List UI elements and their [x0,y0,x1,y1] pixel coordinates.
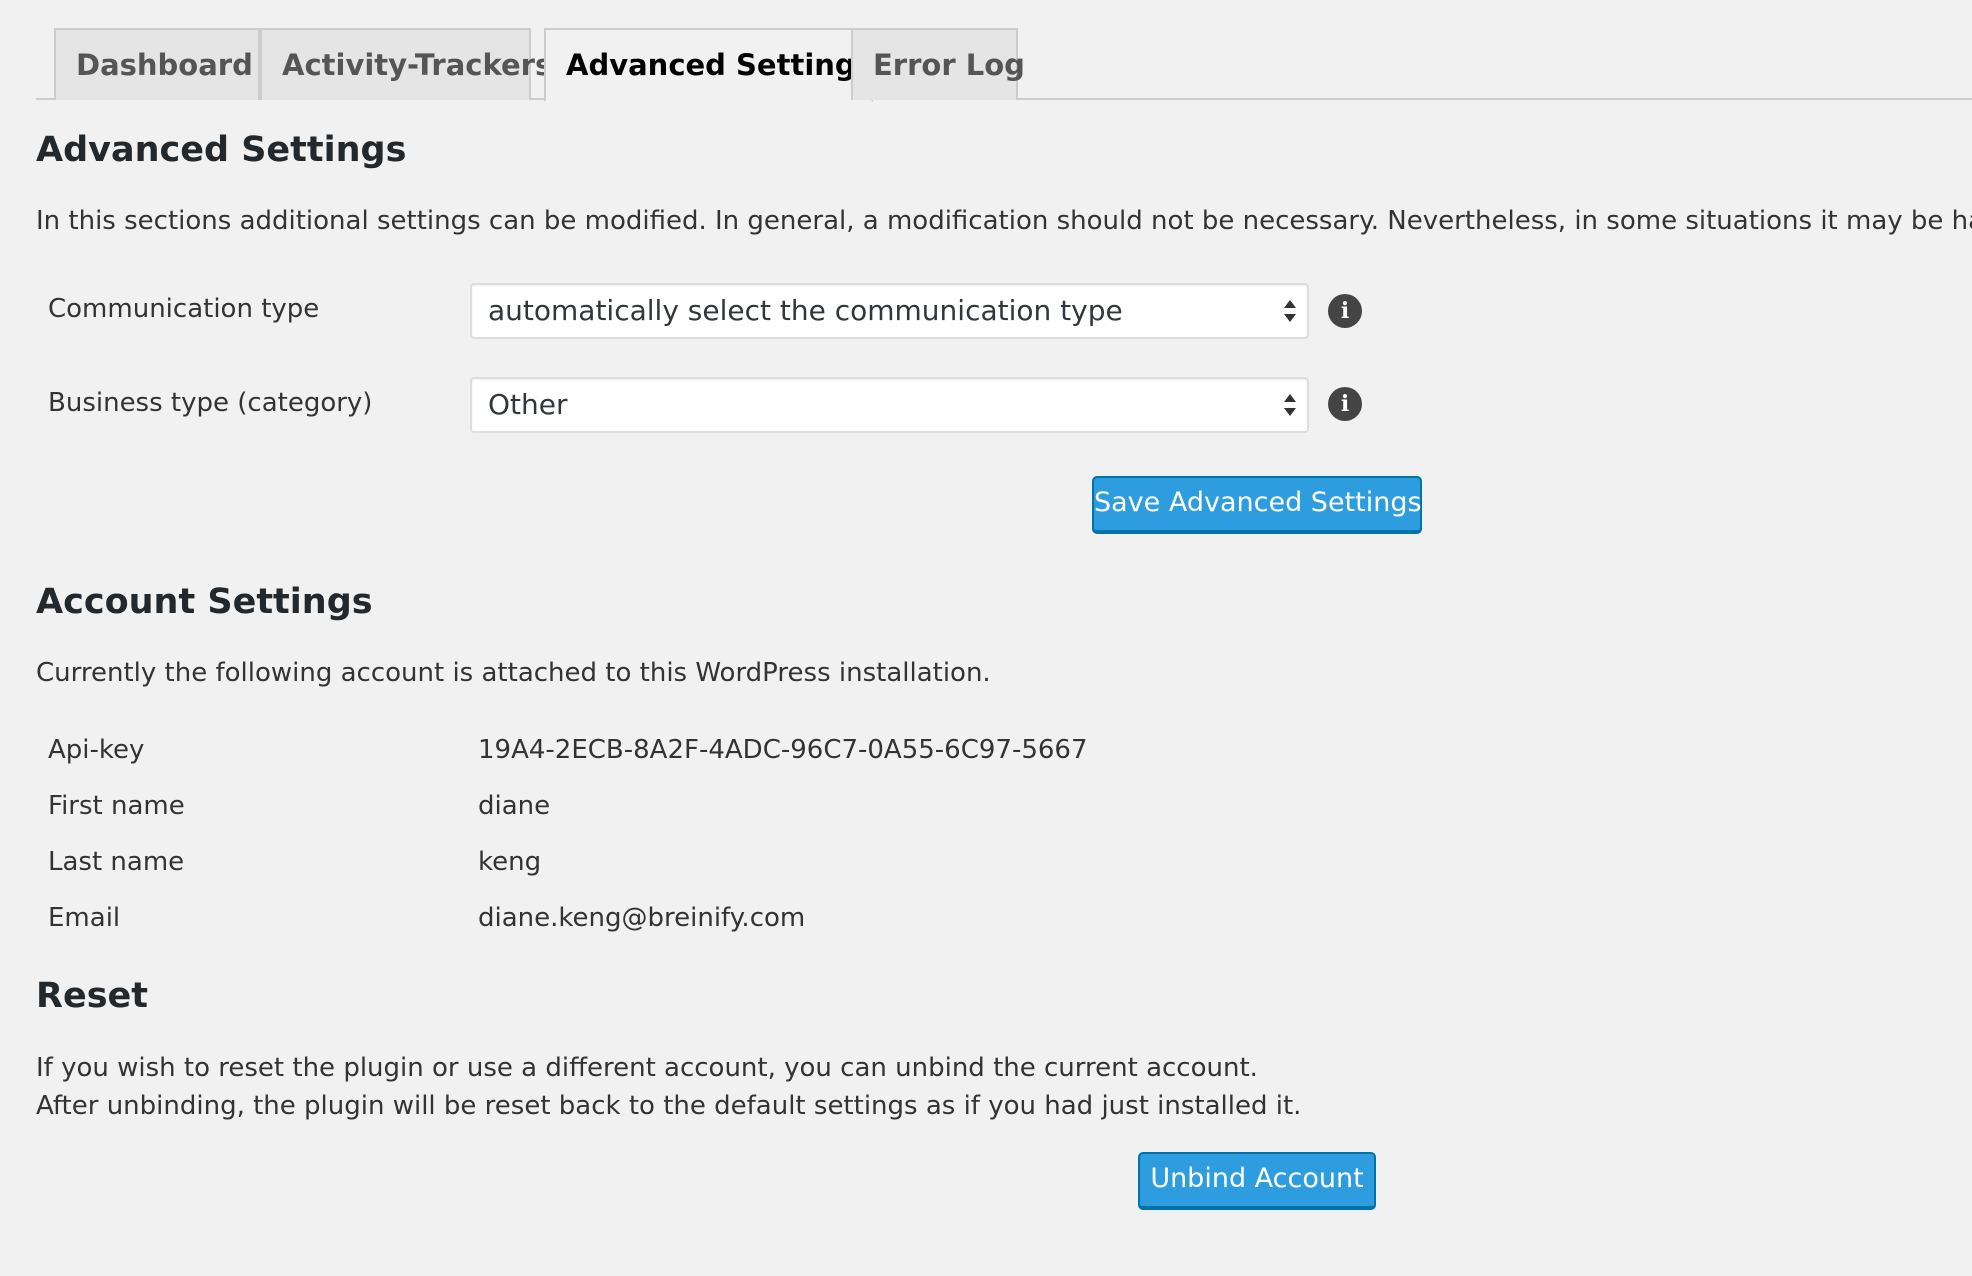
account-settings-description: Currently the following account is attac… [36,658,991,688]
email-value: diane.keng@breinify.com [478,903,806,933]
business-type-label: Business type (category) [48,388,373,418]
last-name-value: keng [478,847,542,877]
tab-activity-trackers[interactable]: Activity-Trackers [260,28,552,100]
account-settings-title: Account Settings [36,582,373,622]
communication-type-select[interactable]: automatically select the communication t… [470,283,1309,339]
advanced-settings-title: Advanced Settings [36,130,407,170]
business-type-info-icon[interactable]: i [1328,387,1362,421]
email-label: Email [48,903,121,933]
business-type-select[interactable]: Other [470,377,1309,433]
select-arrows-icon [1284,300,1296,322]
reset-description-line2: After unbinding, the plugin will be rese… [36,1091,1302,1121]
reset-title: Reset [36,976,148,1016]
save-advanced-settings-button[interactable]: Save Advanced Settings [1092,476,1422,534]
first-name-label: First name [48,791,185,821]
communication-type-info-icon[interactable]: i [1328,294,1362,328]
reset-description-line1: If you wish to reset the plugin or use a… [36,1053,1258,1083]
tab-bar: Dashboard Activity-Trackers Advanced Set… [36,0,1972,102]
communication-type-value: automatically select the communication t… [488,294,1123,327]
select-arrows-icon [1284,394,1296,416]
tab-advanced-settings[interactable]: Advanced Settings [544,28,873,102]
advanced-settings-description: In this sections additional settings can… [36,206,1972,236]
first-name-value: diane [478,791,551,821]
tab-error-log[interactable]: Error Log [851,28,1025,100]
api-key-label: Api-key [48,735,145,765]
last-name-label: Last name [48,847,185,877]
tab-dashboard[interactable]: Dashboard [54,28,260,100]
api-key-value: 19A4-2ECB-8A2F-4ADC-96C7-0A55-6C97-5667 [478,735,1088,765]
communication-type-label: Communication type [48,294,320,324]
unbind-account-button[interactable]: Unbind Account [1138,1152,1376,1210]
business-type-value: Other [488,388,568,421]
